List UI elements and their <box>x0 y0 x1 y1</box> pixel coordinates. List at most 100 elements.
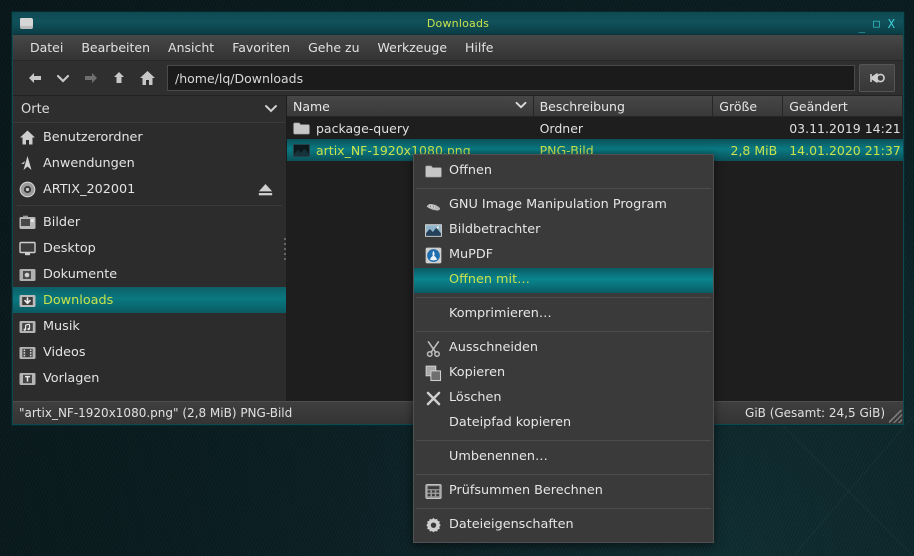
sidebar-separator <box>17 205 282 206</box>
table-row[interactable]: package-query Ordner 03.11.2019 14:21 <box>287 117 903 139</box>
image-viewer-icon <box>425 222 442 239</box>
column-header-beschreibung[interactable]: Beschreibung <box>534 96 714 117</box>
file-description: Ordner <box>540 121 583 136</box>
menu-separator <box>416 331 711 332</box>
sidebar-item-videos[interactable]: Videos <box>13 339 286 365</box>
column-header-geändert[interactable]: Geändert <box>783 96 903 117</box>
context-menu-item-dateieigenschaften[interactable]: Dateieigenschaften <box>414 513 713 538</box>
context-menu-item-umbenennen[interactable]: Umbenennen… <box>414 445 713 470</box>
eject-button[interactable] <box>257 181 274 198</box>
menu-favoriten[interactable]: Favoriten <box>223 37 299 58</box>
close-button[interactable]: X <box>888 18 895 30</box>
sidebar-item-desktop[interactable]: Desktop <box>13 235 286 261</box>
cell-modified: 03.11.2019 14:21 <box>783 121 903 136</box>
menu-datei[interactable]: Datei <box>21 37 72 58</box>
menu-item-label: Datei <box>30 40 63 55</box>
cell-description: Ordner <box>534 121 714 136</box>
delete-x-icon <box>425 391 441 407</box>
menu-separator <box>416 508 711 509</box>
context-menu-item-ausschneiden[interactable]: Ausschneiden <box>414 336 713 361</box>
column-header-name[interactable]: Name <box>287 96 534 117</box>
sidebar-item-vorlagen[interactable]: Vorlagen <box>13 365 286 391</box>
sidebar-item-label: Anwendungen <box>43 156 135 171</box>
column-header-label: Name <box>293 99 330 114</box>
arrow-left-icon <box>27 71 43 85</box>
up-button[interactable] <box>105 65 133 91</box>
menu-item-label: Favoriten <box>232 40 290 55</box>
context-menu-item-mupdf[interactable]: MuPDF <box>414 243 713 268</box>
menu-gehe-zu[interactable]: Gehe zu <box>299 37 368 58</box>
resize-grip-icon[interactable] <box>889 410 902 423</box>
forward-button[interactable] <box>77 65 105 91</box>
context-menu-item-label: Komprimieren… <box>449 308 552 321</box>
menu-bearbeiten[interactable]: Bearbeiten <box>72 37 159 58</box>
cell-name: package-query <box>287 120 534 137</box>
sidebar-item-anwendungen[interactable]: Anwendungen <box>13 150 286 176</box>
menu-item-label: Hilfe <box>465 40 493 55</box>
context-menu-item-offnen[interactable]: Offnen <box>414 159 713 184</box>
context-menu-item-label: Offnen mit… <box>449 274 530 287</box>
documents-folder-icon <box>19 266 36 283</box>
chevron-down-icon <box>56 72 70 84</box>
sidebar-item-dokumente[interactable]: Dokumente <box>13 261 286 287</box>
chevron-down-icon[interactable] <box>264 102 278 117</box>
templates-folder-icon <box>19 370 36 387</box>
file-name: package-query <box>316 121 409 136</box>
context-menu-item-label: Ausschneiden <box>449 342 538 355</box>
minimize-button[interactable]: _ <box>859 21 866 33</box>
context-menu-item-offnen-mit[interactable]: Offnen mit… <box>414 268 713 293</box>
context-menu-item-komprimieren[interactable]: Komprimieren… <box>414 302 713 327</box>
context-menu-item-dateipfad-kopieren[interactable]: Dateipfad kopieren <box>414 411 713 436</box>
menu-bar: Datei BearbeitenAnsicht Favoriten Gehe zuWe… <box>13 35 903 61</box>
file-modified: 03.11.2019 14:21 <box>789 121 901 136</box>
path-rewind-button[interactable] <box>859 64 895 92</box>
sidebar-header[interactable]: Orte <box>13 96 286 123</box>
window-controls: _ □ X <box>859 18 903 30</box>
sidebar-item-label: Videos <box>43 345 86 360</box>
menu-separator <box>416 440 711 441</box>
maximize-button[interactable]: □ <box>873 18 880 30</box>
eject-icon <box>257 181 274 198</box>
column-header-größe[interactable]: Größe <box>713 96 783 117</box>
history-dropdown-button[interactable] <box>49 65 77 91</box>
sidebar-item-benutzerordner[interactable]: Benutzerordner <box>13 124 286 150</box>
sidebar-item-bilder[interactable]: Bilder <box>13 209 286 235</box>
gear-icon <box>425 518 441 534</box>
cut-icon <box>425 341 441 357</box>
mupdf-icon <box>425 248 441 264</box>
sidebar-item-label: Benutzerordner <box>43 130 143 145</box>
context-menu-item-löschen[interactable]: Löschen <box>414 386 713 411</box>
column-header-label: Geändert <box>789 99 848 114</box>
disc-icon <box>19 181 36 198</box>
artix-logo-icon <box>19 155 36 172</box>
folder-icon <box>293 120 310 137</box>
sidebar-item-musik[interactable]: Musik <box>13 313 286 339</box>
path-input[interactable]: /home/lq/Downloads <box>167 65 855 91</box>
file-context-menu: Offnen GNU Image Manipulation ProgramBild… <box>413 154 714 543</box>
back-button[interactable] <box>21 65 49 91</box>
checksum-icon <box>425 483 442 500</box>
context-menu-item-label: Dateipfad kopieren <box>449 417 571 430</box>
mupdf-icon <box>425 247 442 264</box>
video-folder-icon <box>19 344 36 361</box>
sidebar-item-label: ARTIX_202001 <box>43 182 135 197</box>
context-menu-item-gnu-image-manipulation-program[interactable]: GNU Image Manipulation Program <box>414 193 713 218</box>
gear-icon <box>425 517 442 534</box>
file-size: 2,8 MiB <box>731 143 778 158</box>
cut-icon <box>425 340 442 357</box>
toolbar: /home/lq/Downloads <box>13 61 903 96</box>
monitor-icon <box>19 240 36 257</box>
context-menu-item-kopieren[interactable]: Kopieren <box>414 361 713 386</box>
context-menu-item-bildbetrachter[interactable]: Bildbetrachter <box>414 218 713 243</box>
title-bar[interactable]: Downloads _ □ X <box>13 13 903 35</box>
sidebar-item-downloads[interactable]: Downloads <box>13 287 286 313</box>
context-menu-item-prüfsummen-berechnen[interactable]: Prüfsummen Berechnen <box>414 479 713 504</box>
menu-ansicht[interactable]: Ansicht <box>159 37 223 58</box>
sidebar-item-label: Vorlagen <box>43 371 99 386</box>
menu-hilfe[interactable]: Hilfe <box>456 37 502 58</box>
column-header-row: Name BeschreibungGröße Geändert <box>287 96 903 117</box>
menu-werkzeuge[interactable]: Werkzeuge <box>369 37 457 58</box>
sidebar-item-artix-202001[interactable]: ARTIX_202001 <box>13 176 286 202</box>
home-icon <box>19 129 36 146</box>
home-button[interactable] <box>133 65 161 91</box>
